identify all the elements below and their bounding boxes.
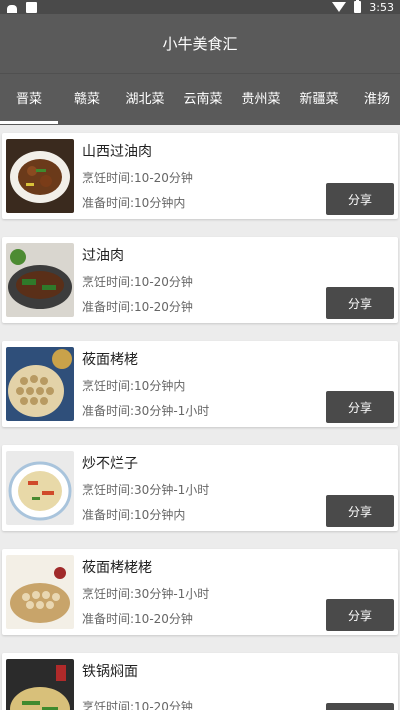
category-tabs: 晋菜 赣菜 湖北菜 云南菜 贵州菜 新疆菜 淮扬: [0, 73, 400, 125]
cook-time: 烹饪时间:10-20分钟: [82, 699, 193, 710]
cook-time: 烹饪时间:10分钟内: [82, 379, 186, 393]
cook-time: 烹饪时间:10-20分钟: [82, 275, 193, 289]
recipe-thumbnail: [6, 451, 74, 525]
status-bar: 3:53: [0, 0, 400, 14]
tab-yunnan[interactable]: 云南菜: [174, 76, 232, 124]
recipe-thumbnail: [6, 347, 74, 421]
prep-time: 准备时间:10-20分钟: [82, 612, 193, 626]
share-button[interactable]: 分享: [326, 599, 394, 631]
tab-hubei[interactable]: 湖北菜: [116, 76, 174, 124]
wifi-icon: [332, 2, 347, 12]
recipe-name: 过油肉: [82, 248, 124, 264]
recipe-thumbnail: [6, 555, 74, 629]
recipe-card[interactable]: 铁锅焖面 烹饪时间:10-20分钟 分享: [2, 653, 398, 710]
recipe-card[interactable]: 山西过油肉 烹饪时间:10-20分钟 准备时间:10分钟内 分享: [2, 133, 398, 219]
tab-gan[interactable]: 赣菜: [58, 76, 116, 124]
recipe-thumbnail: [6, 243, 74, 317]
recipe-card[interactable]: 莜面栲栳 烹饪时间:10分钟内 准备时间:30分钟-1小时 分享: [2, 341, 398, 427]
android-notification-icon: [6, 2, 18, 13]
cook-time: 烹饪时间:10-20分钟: [82, 171, 193, 185]
cook-time: 烹饪时间:30分钟-1小时: [82, 483, 210, 497]
share-button[interactable]: 分享: [326, 703, 394, 710]
recipe-list: 山西过油肉 烹饪时间:10-20分钟 准备时间:10分钟内 分享 过油肉 烹饪时…: [0, 125, 400, 710]
recipe-name: 莜面栲栳栳: [82, 560, 152, 576]
tab-xinjiang[interactable]: 新疆菜: [290, 76, 348, 124]
status-time: 3:53: [369, 0, 394, 14]
tab-guizhou[interactable]: 贵州菜: [232, 76, 290, 124]
share-button[interactable]: 分享: [326, 391, 394, 423]
prep-time: 准备时间:10分钟内: [82, 508, 186, 522]
notification-icon: [26, 1, 37, 13]
recipe-card[interactable]: 过油肉 烹饪时间:10-20分钟 准备时间:10-20分钟 分享: [2, 237, 398, 323]
tab-jin[interactable]: 晋菜: [0, 76, 58, 124]
tab-huaiyang[interactable]: 淮扬: [348, 76, 400, 124]
app-title: 小牛美食汇: [162, 35, 238, 53]
share-button[interactable]: 分享: [326, 495, 394, 527]
cook-time: 烹饪时间:30分钟-1小时: [82, 587, 210, 601]
prep-time: 准备时间:30分钟-1小时: [82, 404, 210, 418]
recipe-thumbnail: [6, 139, 74, 213]
recipe-name: 炒不烂子: [82, 456, 138, 472]
share-button[interactable]: 分享: [326, 183, 394, 215]
recipe-card[interactable]: 莜面栲栳栳 烹饪时间:30分钟-1小时 准备时间:10-20分钟 分享: [2, 549, 398, 635]
recipe-card[interactable]: 炒不烂子 烹饪时间:30分钟-1小时 准备时间:10分钟内 分享: [2, 445, 398, 531]
share-button[interactable]: 分享: [326, 287, 394, 319]
prep-time: 准备时间:10-20分钟: [82, 300, 193, 314]
recipe-thumbnail: [6, 659, 74, 710]
app-title-bar: 小牛美食汇: [0, 14, 400, 73]
recipe-name: 山西过油肉: [82, 144, 152, 160]
battery-icon: [354, 0, 362, 13]
prep-time: 准备时间:10分钟内: [82, 196, 186, 210]
recipe-name: 铁锅焖面: [82, 664, 138, 680]
recipe-name: 莜面栲栳: [82, 352, 138, 368]
